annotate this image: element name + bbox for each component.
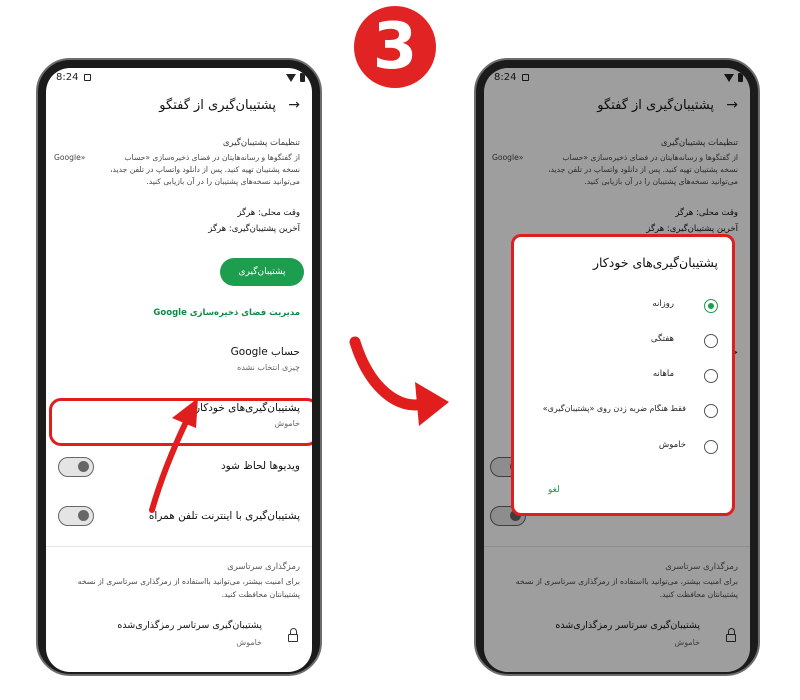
encryption-heading: رمزگذاری سرتاسری [227, 562, 300, 572]
option-off-label[interactable]: خاموش [659, 440, 686, 450]
page-title: پشتیبان‌گیری از گفتگو [159, 98, 276, 113]
encryption-desc-line1: برای امنیت بیشتر، می‌توانید بااستفاده از… [77, 577, 300, 586]
backup-desc-google: Google» [54, 153, 86, 162]
manage-storage-link[interactable]: مدیریت فضای ذخیره‌سازی Google [153, 308, 300, 318]
option-monthly-label[interactable]: ماهانه [653, 369, 674, 379]
auto-backup-title[interactable]: پشتیبان‌گیری‌های خودکار [195, 402, 300, 414]
wifi-icon [286, 74, 296, 82]
google-account-title-google: Google [230, 346, 268, 358]
backup-settings-heading: تنظیمات پشتیبان‌گیری [222, 138, 300, 148]
google-account-title-prefix: حساب [271, 346, 300, 358]
encrypted-backup-value: خاموش [236, 638, 262, 647]
manage-storage-link-text: مدیریت فضای ذخیره‌سازی [189, 308, 300, 318]
toggle-knob [78, 461, 89, 472]
option-manual-radio[interactable] [704, 404, 718, 418]
lock-icon [288, 628, 298, 642]
last-backup-label: آخرین پشتیبان‌گیری: هرگز [208, 224, 300, 234]
status-time: 8:24 [56, 72, 79, 83]
step-number-badge: 3 [354, 6, 436, 88]
google-account-title[interactable]: حساب Google [231, 346, 300, 358]
option-off-radio[interactable] [704, 440, 718, 454]
transition-arrow-icon [349, 336, 449, 426]
cellular-backup-toggle[interactable] [58, 506, 94, 526]
include-videos-toggle[interactable] [58, 457, 94, 477]
encrypted-backup-title[interactable]: پشتیبان‌گیری سرتاسر رمزگذاری‌شده [117, 620, 262, 631]
backup-desc-line3: نسخه پشتیبان تهیه کنید. پس از دانلود وات… [110, 165, 300, 174]
cancel-button[interactable]: لغو [548, 485, 560, 495]
dialog-title: پشتیبان‌گیری‌های خودکار [592, 255, 718, 270]
option-daily-label[interactable]: روزانه [652, 299, 674, 309]
toggle-knob [78, 510, 89, 521]
local-time-label: وقت محلی: هرگز [237, 208, 300, 218]
section-divider [46, 546, 312, 547]
include-videos-label: ویدیوها لحاظ شود [220, 460, 300, 472]
battery-icon [300, 73, 305, 82]
backup-desc-line1: از گفتگوها و رسانه‌هایتان در فضای ذخیره‌… [124, 153, 300, 162]
phone-screen-right: 8:24 → پشتیبان‌گیری از گفتگو تنظیمات پشت… [484, 68, 750, 672]
pointer-arrow-icon [149, 398, 198, 513]
auto-backup-value: خاموش [274, 419, 300, 428]
back-arrow-icon[interactable]: → [288, 97, 300, 113]
option-weekly-radio[interactable] [704, 334, 718, 348]
encryption-desc-line2: پشتیبانتان محافظت کنید. [221, 590, 300, 599]
backup-now-button[interactable]: پشتیبان‌گیری [220, 258, 304, 286]
option-manual-label[interactable]: فقط هنگام ضربه زدن روی «پشتیبان‌گیری» [543, 404, 686, 413]
notification-icon [84, 74, 91, 81]
phone-screen-left: 8:24 → پشتیبان‌گیری از گفتگو تنظیمات پشت… [46, 68, 312, 672]
backup-desc-line4: می‌توانید نسخه‌های پشتیبان را در آن بازی… [146, 177, 300, 186]
auto-backup-dialog: پشتیبان‌گیری‌های خودکار روزانه هفتگی ماه… [511, 234, 735, 516]
option-daily-radio[interactable] [704, 299, 718, 313]
google-account-value: چیزی انتخاب نشده [237, 363, 300, 372]
option-monthly-radio[interactable] [704, 369, 718, 383]
option-weekly-label[interactable]: هفتگی [651, 334, 674, 344]
manage-storage-link-google: Google [153, 308, 187, 318]
